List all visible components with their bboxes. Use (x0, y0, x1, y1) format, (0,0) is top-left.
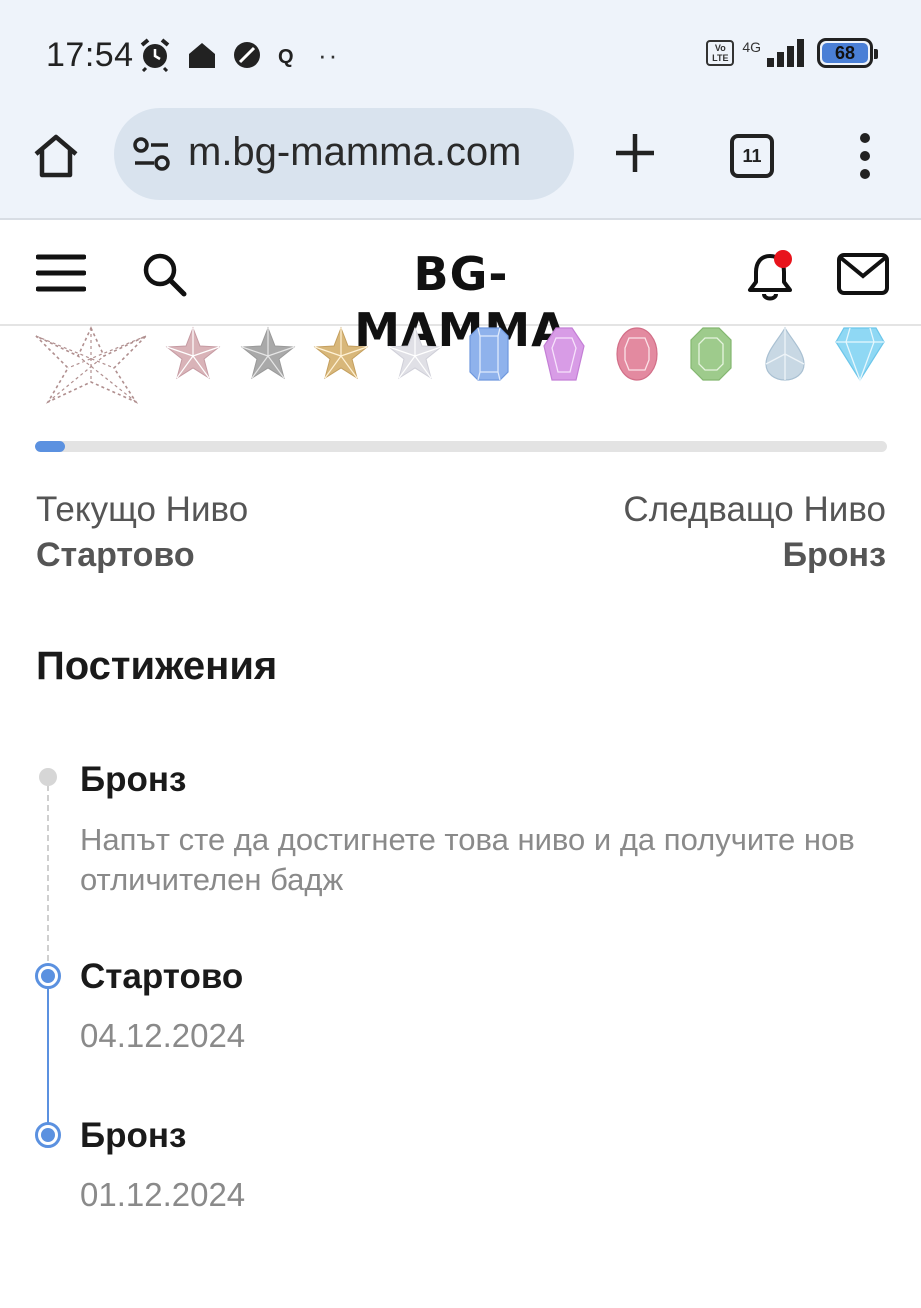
notification-q-icon: Q (278, 46, 294, 68)
volte-icon: Vo LTE (706, 40, 735, 66)
mail-icon[interactable] (836, 252, 890, 296)
status-icons-left: Q (138, 38, 296, 72)
emerald-gem-icon (690, 327, 732, 381)
status-bar: 17:54 Q ·· Vo LTE 4G 68 (0, 0, 921, 108)
svg-text:Q: Q (278, 46, 294, 68)
timeline-item-title: Бронз (80, 1116, 187, 1155)
network-type: 4G (742, 39, 761, 55)
platinum-star-icon (387, 326, 443, 380)
timeline-item-date: 04.12.2024 (80, 1017, 246, 1054)
battery-level: 68 (822, 43, 868, 63)
search-icon[interactable] (140, 250, 188, 298)
site-header: BG-MAMMA (0, 222, 921, 357)
gold-star-icon (313, 326, 369, 380)
timeline-item-description: Напът сте да достигнете това ниво и да п… (80, 822, 855, 897)
tabs-button[interactable]: 11 (730, 134, 774, 178)
level-progress-fill (35, 441, 65, 452)
start-badge-icon (35, 326, 147, 404)
timeline-solid-line (47, 985, 49, 1125)
new-tab-icon[interactable] (610, 128, 660, 178)
badges-row (0, 326, 921, 416)
signal-icon (767, 39, 804, 67)
status-icons-right: Vo LTE 4G 68 (706, 38, 878, 68)
timeline-item-title: Бронз (80, 760, 187, 799)
address-bar[interactable]: m.bg-mamma.com (114, 108, 574, 200)
home-icon (189, 43, 215, 68)
bronze-star-icon (165, 326, 221, 380)
diamond-gem-icon (835, 327, 885, 382)
more-menu-icon[interactable] (855, 132, 875, 180)
url-text[interactable]: m.bg-mamma.com (188, 130, 521, 175)
current-level-value: Стартово (36, 536, 195, 574)
timeline-item-title: Стартово (80, 957, 244, 996)
achievements-title: Постижения (36, 644, 278, 688)
blocked-icon (234, 42, 260, 68)
ruby-gem-icon (616, 327, 658, 381)
sapphire-gem-icon (469, 327, 509, 381)
amethyst-gem-icon (543, 327, 585, 381)
current-level-label: Текущо Ниво (36, 490, 249, 529)
timeline-dot-achieved (35, 1122, 61, 1148)
level-progress-bar (35, 441, 887, 452)
site-logo[interactable]: BG-MAMMA (310, 246, 612, 357)
alarm-icon (140, 38, 170, 72)
status-more-dots: ·· (318, 40, 340, 70)
next-level-label: Следващо Ниво (623, 490, 886, 529)
hamburger-icon[interactable] (36, 252, 86, 294)
status-time: 17:54 (46, 36, 134, 74)
battery-icon: 68 (817, 38, 878, 68)
timeline-dashed-line (47, 785, 49, 971)
browser-toolbar: m.bg-mamma.com 11 (0, 108, 921, 220)
timeline-dot-pending (39, 768, 57, 786)
home-icon[interactable] (30, 130, 82, 182)
next-level-value: Бронз (782, 536, 886, 574)
silver-star-icon (240, 326, 296, 380)
timeline-dot-achieved (35, 963, 61, 989)
timeline-item-date: 01.12.2024 (80, 1176, 246, 1213)
pearl-drop-icon (765, 326, 805, 381)
site-settings-icon[interactable] (132, 136, 172, 172)
notification-dot (774, 250, 792, 268)
